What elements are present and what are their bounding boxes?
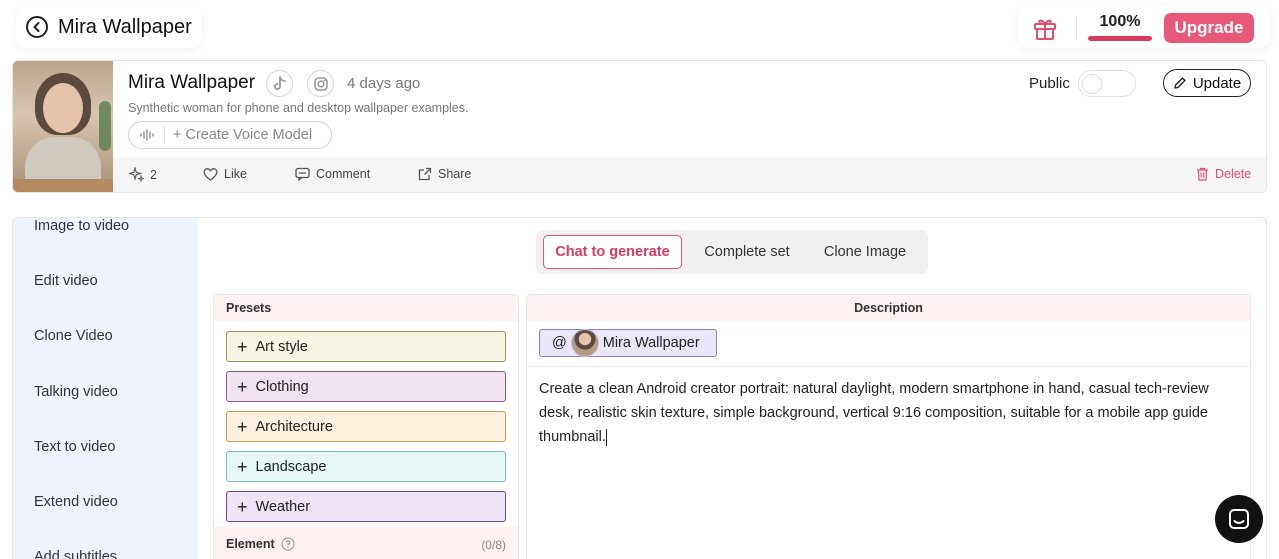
tiktok-icon[interactable]	[266, 70, 293, 97]
presets-panel: Presets + Art style + Clothing + Architecture…	[213, 294, 519, 559]
sidebar-item-add-subtitles[interactable]: Add subtitles	[34, 549, 117, 559]
voice-model-pill: + Create Voice Model	[128, 121, 332, 149]
credits-bar-fill	[1088, 36, 1152, 41]
preset-item-weather[interactable]: + Weather	[226, 491, 506, 522]
instagram-icon[interactable]	[307, 70, 334, 97]
credits-bar	[1088, 36, 1152, 41]
main-panel: Image to video Edit video Clone Video Ta…	[12, 217, 1267, 559]
credits-percent: 100%	[1099, 13, 1141, 30]
sparkle-count-value: 2	[150, 167, 157, 182]
preset-item-landscape[interactable]: + Landscape	[226, 451, 506, 482]
public-toggle[interactable]	[1078, 70, 1136, 97]
sidebar-item-image-to-video[interactable]: Image to video	[34, 218, 129, 234]
delete-label: Delete	[1215, 167, 1252, 181]
upgrade-button[interactable]: Upgrade	[1164, 13, 1254, 43]
mention-name: Mira Wallpaper	[602, 335, 700, 351]
description-title: Description	[527, 295, 1250, 321]
presets-title: Presets	[214, 295, 518, 321]
plus-icon: +	[237, 496, 248, 517]
delete-button[interactable]: Delete	[1196, 167, 1251, 181]
mention-avatar	[570, 329, 599, 357]
description-panel: Description @ Mira Wallpaper Create a cl…	[526, 294, 1251, 559]
preset-label: Art style	[255, 338, 308, 355]
sidebar-item-clone-video[interactable]: Clone Video	[34, 328, 113, 344]
comment-icon	[295, 167, 310, 181]
tab-chat-to-generate[interactable]: Chat to generate	[543, 235, 682, 269]
preset-label: Clothing	[255, 378, 309, 395]
tab-complete-set[interactable]: Complete set	[688, 235, 806, 269]
sparkle-icon	[129, 167, 144, 182]
share-button[interactable]: Share	[418, 167, 471, 181]
prompt-text: Create a clean Android creator portrait:…	[539, 381, 1209, 445]
chat-support-button[interactable]	[1215, 495, 1263, 543]
action-bar: 2 Like Comment Share Delete	[113, 157, 1266, 192]
preset-item-clothing[interactable]: + Clothing	[226, 371, 506, 402]
page-title: Mira Wallpaper	[58, 15, 192, 38]
element-row: Element (0/8)	[214, 527, 518, 559]
like-label: Like	[224, 167, 247, 181]
plus-icon: +	[237, 376, 248, 397]
mention-tag[interactable]: @ Mira Wallpaper	[539, 329, 717, 357]
like-button[interactable]: Like	[203, 167, 247, 181]
mention-row: @ Mira Wallpaper	[527, 321, 1250, 367]
pencil-icon	[1174, 77, 1186, 89]
element-count: (0/8)	[481, 538, 506, 552]
plus-icon: +	[237, 416, 248, 437]
sidebar-item-extend-video[interactable]: Extend video	[34, 494, 118, 510]
share-label: Share	[438, 167, 472, 181]
preset-label: Weather	[255, 498, 311, 515]
preset-label: Landscape	[255, 458, 327, 475]
mention-at: @	[552, 335, 567, 351]
sparkle-count[interactable]: 2	[129, 167, 157, 182]
preset-label: Architecture	[255, 418, 333, 435]
sidebar-item-edit-video[interactable]: Edit video	[34, 273, 98, 289]
timestamp: 4 days ago	[347, 75, 421, 92]
heart-icon	[203, 168, 218, 181]
public-label: Public	[1029, 75, 1070, 92]
share-icon	[418, 167, 432, 181]
title-card: Mira Wallpaper	[16, 6, 202, 48]
trash-icon	[1197, 167, 1208, 181]
plus-icon: +	[237, 456, 248, 477]
divider	[1076, 16, 1077, 40]
profile-card: Mira Wallpaper 4 days ago Synthetic woma…	[12, 60, 1267, 193]
avatar	[13, 61, 113, 192]
preset-item-art-style[interactable]: + Art style	[226, 331, 506, 362]
element-label-text: Element	[226, 537, 275, 551]
sidebar-item-talking-video[interactable]: Talking video	[34, 384, 118, 400]
comment-button[interactable]: Comment	[295, 167, 370, 181]
gift-icon[interactable]	[1032, 15, 1058, 41]
help-icon[interactable]	[281, 537, 295, 551]
back-arrow-icon[interactable]	[26, 16, 48, 38]
prompt-textarea[interactable]: Create a clean Android creator portrait:…	[539, 377, 1239, 449]
update-label: Update	[1192, 74, 1242, 92]
text-caret	[605, 428, 607, 446]
profile-name: Mira Wallpaper	[128, 72, 256, 93]
waveform-icon	[129, 126, 165, 144]
sidebar-item-text-to-video[interactable]: Text to video	[34, 439, 115, 455]
comment-label: Comment	[316, 167, 371, 181]
element-label: Element	[226, 537, 295, 551]
profile-description: Synthetic woman for phone and desktop wa…	[128, 101, 469, 115]
mode-tabs: Chat to generate Complete set Clone Imag…	[536, 230, 928, 274]
sidebar: Image to video Edit video Clone Video Ta…	[13, 218, 197, 559]
chat-icon	[1229, 509, 1249, 529]
plus-icon: +	[237, 336, 248, 357]
preset-item-architecture[interactable]: + Architecture	[226, 411, 506, 442]
update-button[interactable]: Update	[1163, 69, 1251, 97]
tab-clone-image[interactable]: Clone Image	[810, 235, 920, 269]
account-card: 100% Upgrade	[1018, 6, 1270, 48]
create-voice-model-button[interactable]: + Create Voice Model	[165, 127, 312, 143]
